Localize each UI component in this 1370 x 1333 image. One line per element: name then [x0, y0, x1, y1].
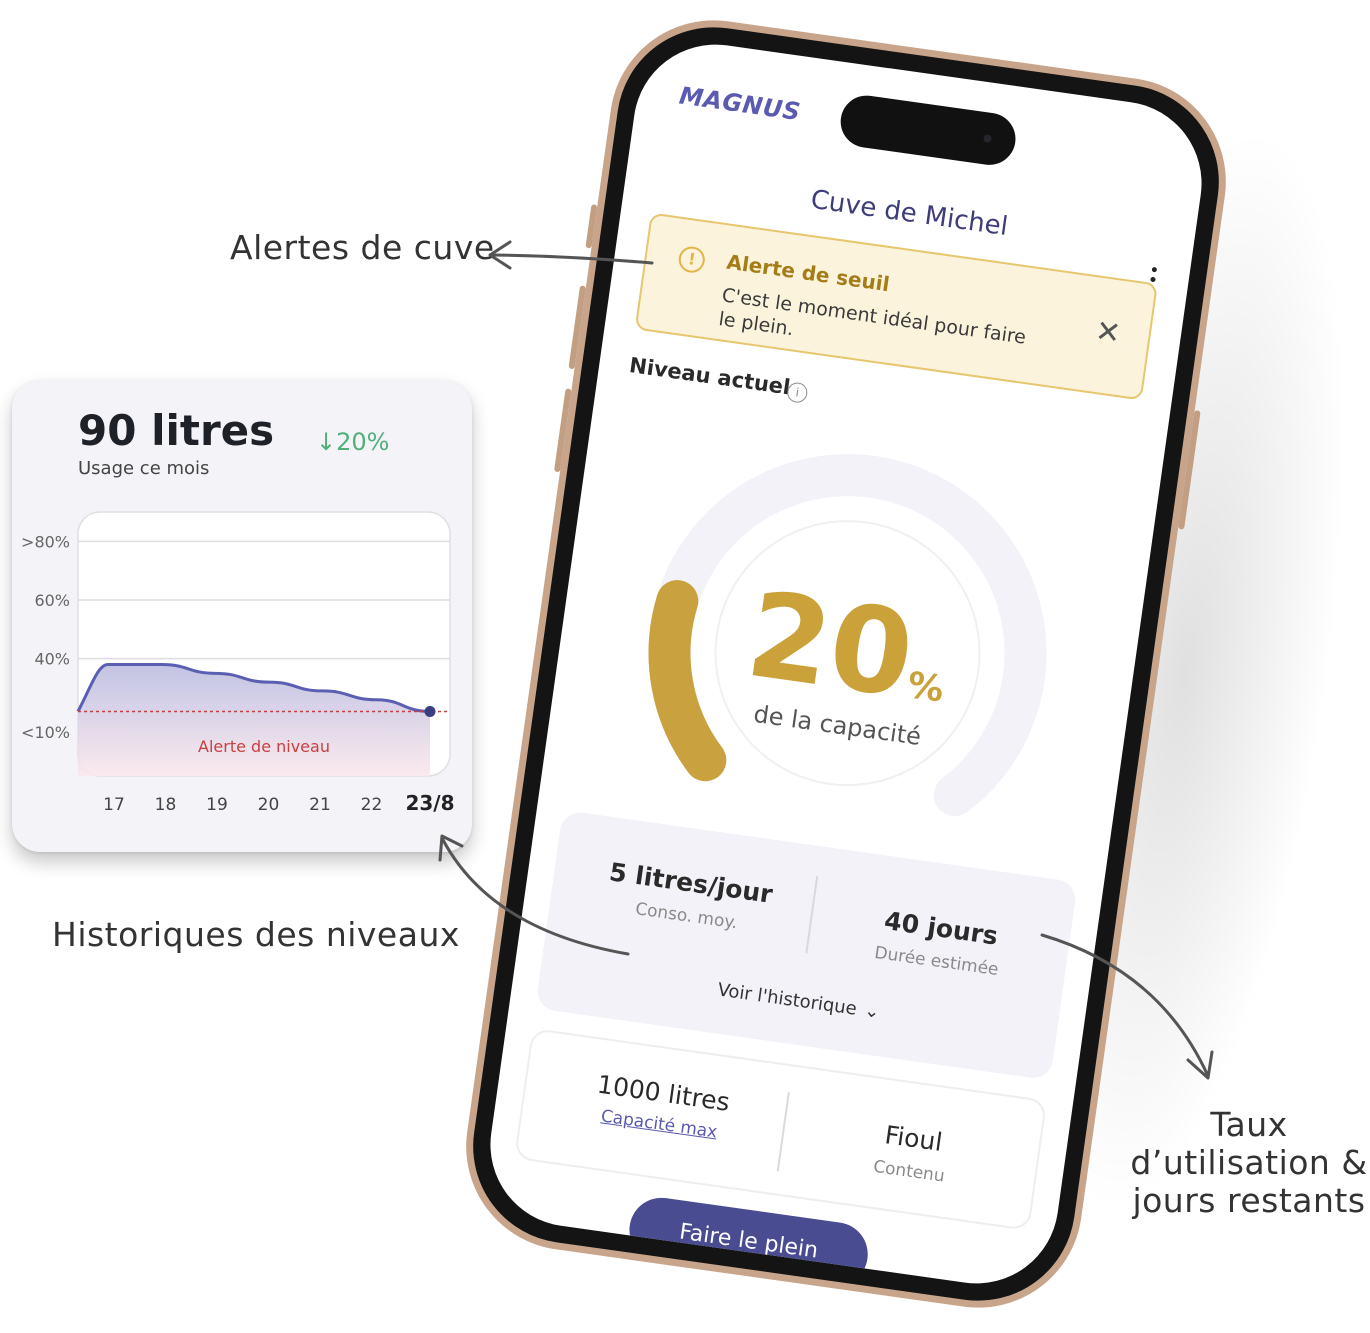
- arrow-to-history: [440, 836, 630, 956]
- annotation-arrows: [438, 240, 1214, 1080]
- arrow-to-usage: [1040, 933, 1210, 1078]
- arrow-head-usage: [1186, 1050, 1214, 1080]
- arrow-to-alerts: [490, 253, 654, 265]
